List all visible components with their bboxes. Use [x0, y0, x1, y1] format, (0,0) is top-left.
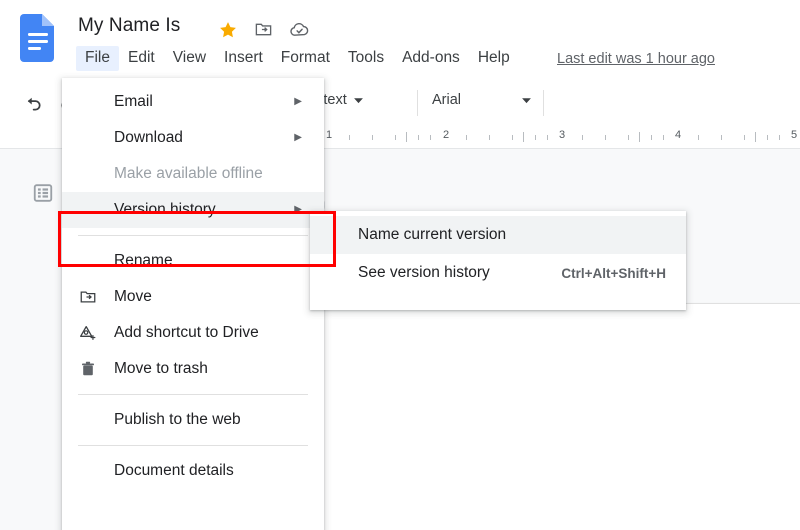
drive-shortcut-icon [80, 325, 96, 340]
file-dropdown-menu: Email ▶ Download ▶ Make available offlin… [62, 78, 324, 530]
submenu-accel-see-version-history: Ctrl+Alt+Shift+H [561, 265, 666, 281]
menu-file[interactable]: File [76, 46, 119, 71]
trash-icon [82, 361, 94, 376]
file-menu-divider-3 [78, 445, 308, 446]
document-outline-icon [33, 184, 53, 202]
document-title[interactable]: My Name Is [78, 15, 180, 37]
document-outline-button[interactable] [30, 180, 56, 206]
submenu-item-name-current-version[interactable]: Name current version [310, 216, 686, 254]
undo-icon[interactable] [22, 92, 44, 114]
menu-help[interactable]: Help [469, 46, 519, 71]
file-menu-label-publish-to-the-web: Publish to the web [114, 411, 241, 428]
font-family-dropdown[interactable]: Arial [432, 92, 532, 108]
file-menu-label-move: Move [114, 288, 152, 305]
menu-insert[interactable]: Insert [215, 46, 272, 71]
version-history-submenu: Name current version See version history… [310, 211, 686, 310]
menu-add-ons[interactable]: Add-ons [393, 46, 469, 71]
toolbar-divider-1 [417, 90, 418, 116]
file-menu-item-rename[interactable]: Rename [62, 243, 324, 279]
last-edit-status[interactable]: Last edit was 1 hour ago [557, 51, 715, 67]
file-menu-label-download: Download [114, 129, 183, 146]
menu-item-icon-slot [62, 324, 114, 342]
chevron-down-icon [522, 97, 531, 103]
file-menu-item-email[interactable]: Email ▶ [62, 84, 324, 120]
file-menu-item-document-details[interactable]: Document details [62, 453, 324, 489]
menu-edit[interactable]: Edit [119, 46, 164, 71]
file-menu-item-move[interactable]: Move [62, 279, 324, 315]
menu-item-icon-slot [62, 288, 114, 306]
file-menu-label-version-history: Version history [114, 201, 216, 218]
file-menu-label-email: Email [114, 93, 153, 110]
google-docs-window: My Name Is File Edit View Insert Format … [0, 0, 800, 530]
menu-item-icon-slot [62, 360, 114, 378]
google-docs-logo[interactable] [20, 14, 56, 62]
document-page[interactable] [322, 304, 800, 530]
ruler-mark-2: 2 [443, 129, 450, 141]
menu-tools[interactable]: Tools [339, 46, 393, 71]
file-menu-label-document-details: Document details [114, 462, 234, 479]
file-menu-divider-1 [78, 235, 308, 236]
submenu-arrow-icon: ▶ [294, 204, 302, 215]
cloud-saved-icon[interactable] [289, 19, 310, 40]
chevron-down-icon [353, 97, 363, 103]
menu-bar: File Edit View Insert Format Tools Add-o… [76, 46, 519, 71]
move-folder-icon [80, 291, 96, 303]
submenu-label-see-version-history: See version history [358, 264, 490, 281]
star-icon[interactable] [218, 20, 238, 40]
app-header: My Name Is File Edit View Insert Format … [0, 0, 800, 78]
ruler-mark-1: 1 [326, 129, 333, 141]
submenu-label-name-current-version: Name current version [358, 226, 507, 243]
ruler-mark-4: 4 [675, 129, 682, 141]
file-menu-label-rename: Rename [114, 252, 173, 269]
file-menu-label-move-to-trash: Move to trash [114, 360, 208, 377]
toolbar-divider-2 [543, 90, 544, 116]
move-to-folder-icon[interactable] [254, 20, 273, 39]
file-menu-item-make-available-offline: Make available offline [62, 156, 324, 192]
file-menu-item-download[interactable]: Download ▶ [62, 120, 324, 156]
file-menu-item-add-shortcut-to-drive[interactable]: Add shortcut to Drive [62, 315, 324, 351]
file-menu-item-publish-to-the-web[interactable]: Publish to the web [62, 402, 324, 438]
file-menu-label-make-available-offline: Make available offline [114, 165, 263, 182]
font-family-value: Arial [432, 92, 462, 108]
submenu-item-see-version-history[interactable]: See version history Ctrl+Alt+Shift+H [310, 254, 686, 292]
submenu-arrow-icon: ▶ [294, 96, 302, 107]
ruler-mark-3: 3 [559, 129, 566, 141]
submenu-arrow-icon: ▶ [294, 132, 302, 143]
file-menu-label-add-shortcut-to-drive: Add shortcut to Drive [114, 324, 259, 341]
file-menu-divider-2 [78, 394, 308, 395]
menu-format[interactable]: Format [272, 46, 339, 71]
file-menu-item-move-to-trash[interactable]: Move to trash [62, 351, 324, 387]
menu-view[interactable]: View [164, 46, 215, 71]
title-action-icons [218, 19, 310, 40]
ruler-mark-5: 5 [791, 129, 798, 141]
file-menu-item-version-history[interactable]: Version history ▶ [62, 192, 324, 228]
